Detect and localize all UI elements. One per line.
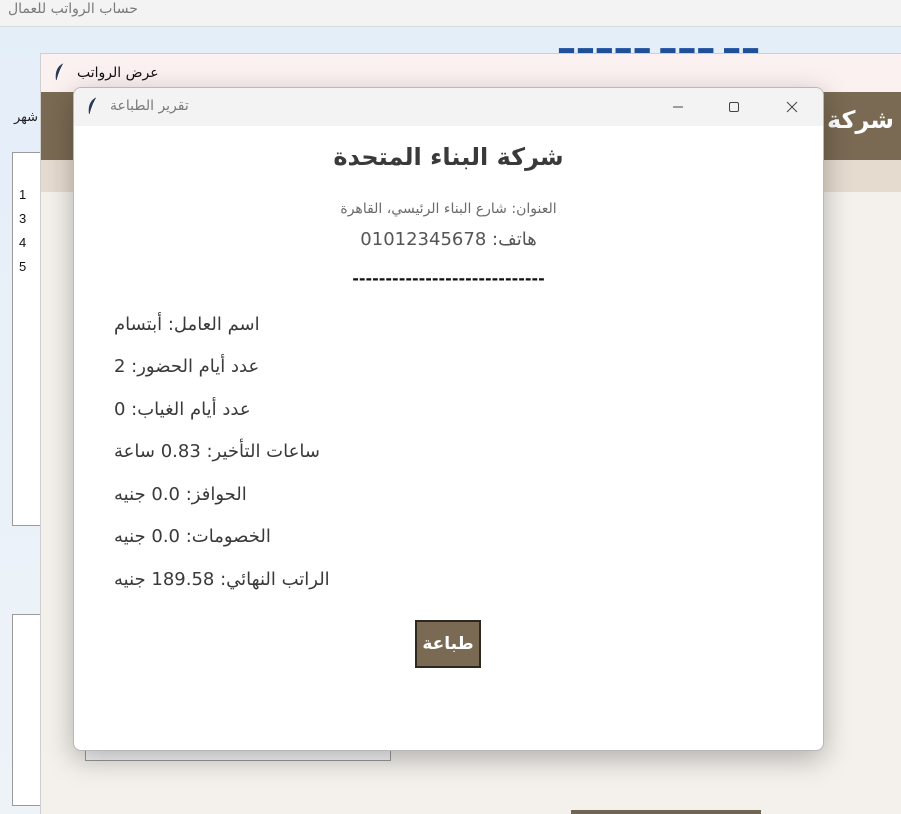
close-icon <box>786 101 798 113</box>
close-button[interactable] <box>769 88 815 126</box>
late-hours: ساعات التأخير: 0.83 ساعة <box>114 441 320 462</box>
separator-line: ----------------------------- <box>352 269 545 288</box>
list-item[interactable]: 5 <box>19 259 26 274</box>
minimize-icon <box>673 106 683 108</box>
month-label: شهر <box>14 110 39 125</box>
feather-icon <box>88 96 98 115</box>
company-name: شركة البناء المتحدة <box>333 143 564 171</box>
incentives: الحوافز: 0.0 جنيه <box>114 484 247 505</box>
bottom-button[interactable] <box>571 810 761 814</box>
dialog-title: تقرير الطباعة <box>110 98 189 114</box>
secondary-panel <box>12 614 42 806</box>
main-window-title: حساب الرواتب للعمال <box>8 1 138 17</box>
feather-icon <box>55 62 65 81</box>
list-item[interactable]: 4 <box>19 235 26 250</box>
maximize-button[interactable] <box>711 88 757 126</box>
dialog-titlebar[interactable]: تقرير الطباعة <box>74 88 823 126</box>
print-report-dialog: تقرير الطباعة شركة البناء المتحدة العنوا… <box>73 87 824 751</box>
absence-days: عدد أيام الغياب: 0 <box>114 399 251 420</box>
attendance-days: عدد أيام الحضور: 2 <box>114 356 260 377</box>
company-address: العنوان: شارع البناء الرئيسي، القاهرة <box>340 201 557 217</box>
month-list[interactable]: 1 3 4 5 <box>12 152 42 526</box>
list-item[interactable]: 3 <box>19 211 26 226</box>
list-item[interactable]: 1 <box>19 187 26 202</box>
minimize-button[interactable] <box>655 88 701 126</box>
maximize-icon <box>729 102 739 112</box>
company-phone: هاتف: 01012345678 <box>360 229 537 250</box>
salaries-window-title: عرض الرواتب <box>77 65 159 81</box>
main-window-titlebar: حساب الرواتب للعمال <box>0 0 901 27</box>
worker-name: اسم العامل: أبتسام <box>114 314 260 335</box>
deductions: الخصومات: 0.0 جنيه <box>114 526 271 547</box>
final-salary: الراتب النهائي: 189.58 جنيه <box>114 569 330 590</box>
print-button[interactable]: طباعة <box>415 620 481 668</box>
